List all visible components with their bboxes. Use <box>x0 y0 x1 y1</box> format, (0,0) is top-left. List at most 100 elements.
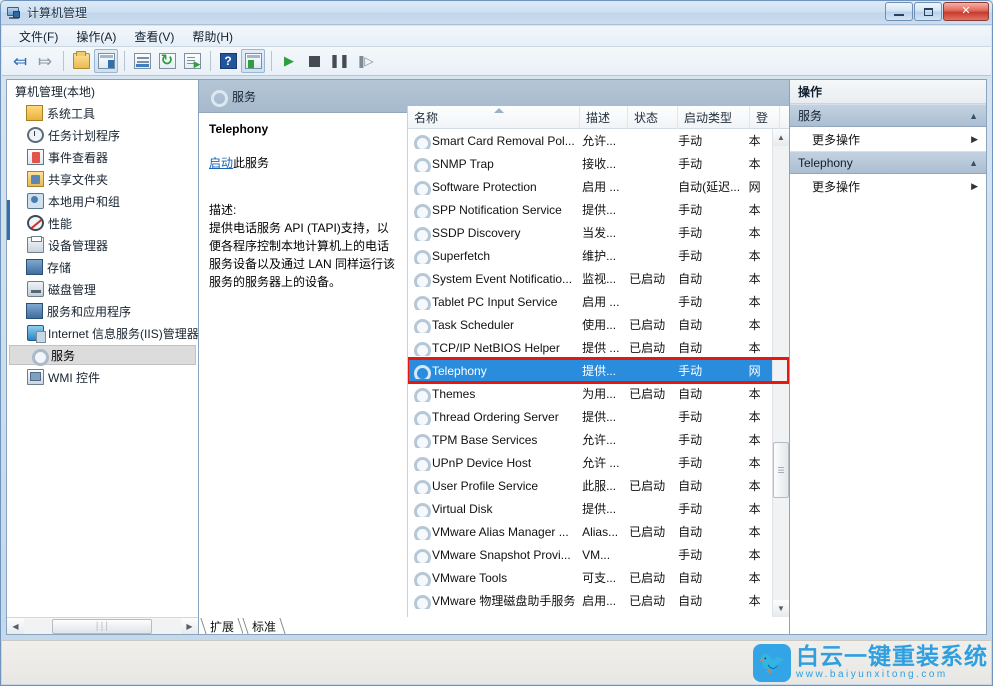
chevron-up-icon[interactable]: ▲ <box>969 158 978 168</box>
table-row[interactable]: UPnP Device Host允许 ...手动本 <box>408 451 772 474</box>
show-hide-tree-icon[interactable] <box>94 49 118 73</box>
forward-icon[interactable]: ⤇ <box>33 49 57 73</box>
tree-item-8[interactable]: 存储 <box>7 256 198 278</box>
table-row[interactable]: Telephony提供...手动网 <box>408 359 772 382</box>
cell-name: Smart Card Removal Pol... <box>408 133 576 149</box>
tree-item-9[interactable]: 磁盘管理 <box>7 278 198 300</box>
column-header-description[interactable]: 描述 <box>580 106 628 129</box>
cell-description: 提供... <box>576 500 623 517</box>
start-service-icon[interactable]: ▶ <box>277 49 301 73</box>
column-header-status[interactable]: 状态 <box>628 106 678 129</box>
tab-standard[interactable]: 标准 <box>243 618 285 634</box>
back-icon[interactable]: ⤆ <box>8 49 32 73</box>
properties-icon[interactable] <box>130 49 154 73</box>
table-row[interactable]: SSDP Discovery当发...手动本 <box>408 221 772 244</box>
table-row[interactable]: Virtual Disk提供...手动本 <box>408 497 772 520</box>
maximize-button[interactable] <box>914 2 942 21</box>
table-row[interactable]: SNMP Trap接收...手动本 <box>408 152 772 175</box>
cell-name: Thread Ordering Server <box>408 409 576 425</box>
tree-item-12[interactable]: 服务 <box>9 345 196 365</box>
service-gear-icon <box>412 478 428 494</box>
table-row[interactable]: Smart Card Removal Pol...允许...手动本 <box>408 129 772 152</box>
cell-startup: 自动 <box>672 385 742 402</box>
tree-scroll-left-button[interactable]: ◀ <box>7 618 24 634</box>
table-row[interactable]: VMware 物理磁盘助手服务启用...已启动自动本 <box>408 589 772 612</box>
list-scroll-down-button[interactable]: ▼ <box>773 600 789 617</box>
device-manager-icon <box>27 237 44 253</box>
list-scroll-thumb[interactable]: ☰ <box>773 442 789 498</box>
cell-logon: 本 <box>743 431 772 448</box>
column-header-name[interactable]: 名称 <box>408 106 580 129</box>
menu-action[interactable]: 操作(A) <box>67 26 125 47</box>
cell-description: 提供... <box>576 362 623 379</box>
refresh-icon[interactable] <box>155 49 179 73</box>
tree-item-0[interactable]: 算机管理(本地) <box>7 80 198 102</box>
actions-group-telephony[interactable]: Telephony ▲ <box>790 151 986 174</box>
tree-item-5[interactable]: 本地用户和组 <box>7 190 198 212</box>
services-pane: 服务 Telephony 启动此服务 描述: 提供电话服务 API (TAPI)… <box>199 79 790 635</box>
services-pane-title: 服务 <box>232 88 256 105</box>
table-row[interactable]: Thread Ordering Server提供...手动本 <box>408 405 772 428</box>
table-row[interactable]: TPM Base Services允许...手动本 <box>408 428 772 451</box>
cell-startup: 自动 <box>672 592 742 609</box>
up-folder-icon[interactable] <box>69 49 93 73</box>
table-row[interactable]: System Event Notificatio...监视...已启动自动本 <box>408 267 772 290</box>
storage-icon <box>26 259 43 275</box>
minimize-button[interactable] <box>885 2 913 21</box>
export-list-icon[interactable] <box>180 49 204 73</box>
table-row[interactable]: Task Scheduler使用...已启动自动本 <box>408 313 772 336</box>
tree-item-label: 算机管理(本地) <box>15 83 95 100</box>
tree-item-10[interactable]: 服务和应用程序 <box>7 300 198 322</box>
tree-item-3[interactable]: 事件查看器 <box>7 146 198 168</box>
actions-group-services[interactable]: 服务 ▲ <box>790 104 986 127</box>
tree-item-7[interactable]: 设备管理器 <box>7 234 198 256</box>
performance-icon <box>27 215 44 231</box>
stop-service-icon[interactable] <box>302 49 326 73</box>
service-name-label: SPP Notification Service <box>432 203 562 217</box>
tree-item-1[interactable]: 系统工具 <box>7 102 198 124</box>
service-name-label: Superfetch <box>432 249 490 263</box>
help-icon[interactable]: ? <box>216 49 240 73</box>
menu-file[interactable]: 文件(F) <box>10 26 67 47</box>
table-row[interactable]: SPP Notification Service提供...手动本 <box>408 198 772 221</box>
table-row[interactable]: Software Protection启用 ...自动(延迟...网 <box>408 175 772 198</box>
tree-item-4[interactable]: 共享文件夹 <box>7 168 198 190</box>
cell-startup: 自动 <box>672 569 742 586</box>
services-vertical-scrollbar[interactable]: ▲ ☰ ▼ <box>772 129 789 617</box>
tree-horizontal-scrollbar[interactable]: ◀ ┊┊┊ ▶ <box>7 617 198 634</box>
column-header-startup[interactable]: 启动类型 <box>678 106 750 129</box>
cell-description: 此服... <box>576 477 623 494</box>
tree-scroll-thumb[interactable]: ┊┊┊ <box>52 619 152 634</box>
table-row[interactable]: TCP/IP NetBIOS Helper提供 ...已启动自动本 <box>408 336 772 359</box>
tree-item-2[interactable]: 任务计划程序 <box>7 124 198 146</box>
menu-help[interactable]: 帮助(H) <box>183 26 242 47</box>
service-gear-icon <box>412 202 428 218</box>
table-row[interactable]: User Profile Service此服...已启动自动本 <box>408 474 772 497</box>
close-button[interactable]: ✕ <box>943 2 989 21</box>
list-scroll-up-button[interactable]: ▲ <box>773 129 789 146</box>
menu-view[interactable]: 查看(V) <box>125 26 183 47</box>
column-header-logon[interactable]: 登 <box>750 106 780 129</box>
tab-extended[interactable]: 扩展 <box>201 618 243 634</box>
pause-service-icon[interactable]: ❚❚ <box>327 49 351 73</box>
tree-item-13[interactable]: WMI 控件 <box>7 366 198 388</box>
table-row[interactable]: VMware Tools可支...已启动自动本 <box>408 566 772 589</box>
start-service-link[interactable]: 启动 <box>209 156 233 170</box>
table-row[interactable]: VMware Snapshot Provi...VM...手动本 <box>408 543 772 566</box>
show-action-pane-icon[interactable] <box>241 49 265 73</box>
cell-description: 为用... <box>576 385 623 402</box>
chevron-right-icon: ▶ <box>971 181 978 192</box>
table-row[interactable]: Themes为用...已启动自动本 <box>408 382 772 405</box>
tree-scroll-right-button[interactable]: ▶ <box>181 618 198 634</box>
actions-services-more[interactable]: 更多操作 ▶ <box>790 127 986 151</box>
table-row[interactable]: Superfetch维护...手动本 <box>408 244 772 267</box>
cell-logon: 本 <box>743 477 772 494</box>
table-row[interactable]: Tablet PC Input Service启用 ...手动本 <box>408 290 772 313</box>
actions-telephony-more[interactable]: 更多操作 ▶ <box>790 174 986 198</box>
tree-item-11[interactable]: Internet 信息服务(IIS)管理器 <box>7 322 198 344</box>
chevron-up-icon[interactable]: ▲ <box>969 111 978 121</box>
tree-item-6[interactable]: 性能 <box>7 212 198 234</box>
tree-scroll-track[interactable]: ┊┊┊ <box>24 619 181 634</box>
restart-service-icon[interactable]: ❚▷ <box>352 49 376 73</box>
table-row[interactable]: VMware Alias Manager ...Alias...已启动自动本 <box>408 520 772 543</box>
